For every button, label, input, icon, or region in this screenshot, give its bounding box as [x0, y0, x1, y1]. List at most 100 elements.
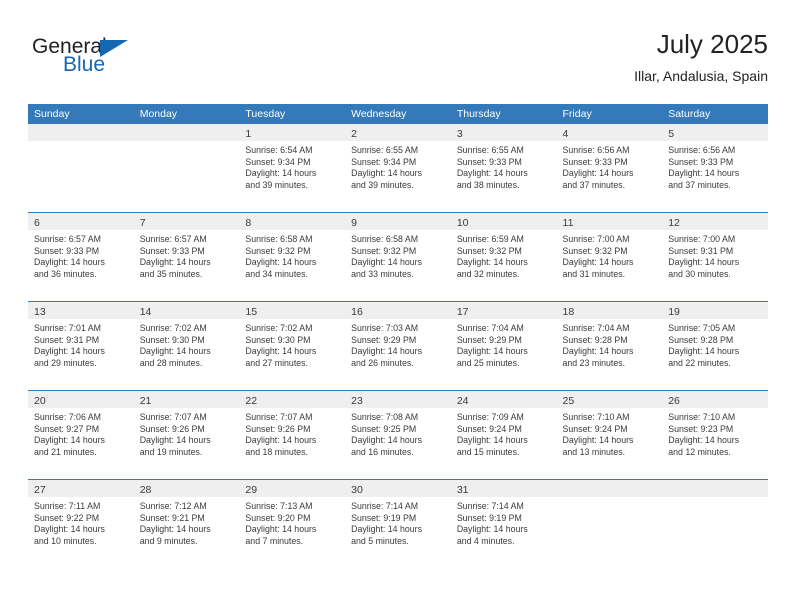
daylight-text-line2: and 16 minutes. — [351, 446, 414, 457]
daylight-text-line1: Daylight: 14 hours — [351, 346, 423, 357]
day-number-band: 29 — [239, 480, 346, 497]
calendar-day-cell[interactable]: 18 Sunrise: 7:04 AM Sunset: 9:28 PM Dayligh… — [556, 302, 663, 390]
calendar-day-cell[interactable]: 19 Sunrise: 7:05 AM Sunset: 9:28 PM Dayligh… — [662, 302, 768, 390]
day-number: 18 — [562, 306, 575, 318]
general-blue-logo[interactable]: General Blue — [32, 36, 212, 88]
calendar-day-cell[interactable]: 2 Sunrise: 6:55 AM Sunset: 9:34 PM Daylight… — [345, 124, 451, 212]
daylight-text-line1: Daylight: 14 hours — [668, 168, 740, 179]
sunset-text: Sunset: 9:33 PM — [34, 245, 100, 256]
daylight-text-line2: and 27 minutes. — [245, 357, 309, 368]
calendar-day-cell[interactable]: 10 Sunrise: 6:59 AM Sunset: 9:32 PM Dayligh… — [450, 213, 557, 301]
day-sun-info: Sunrise: 7:00 AM Sunset: 9:32 PM Daylight:… — [557, 230, 663, 280]
calendar-day-cell[interactable]: 29 Sunrise: 7:13 AM Sunset: 9:20 PM Dayligh… — [239, 480, 346, 568]
calendar-day-cell[interactable]: 17 Sunrise: 7:04 AM Sunset: 9:29 PM Dayligh… — [450, 302, 557, 390]
day-number-band: 10 — [450, 213, 557, 230]
sunset-text: Sunset: 9:19 PM — [351, 512, 417, 523]
sunrise-text: Sunrise: 7:01 AM — [34, 323, 101, 333]
day-number-band: 4 — [556, 124, 663, 141]
sunset-text: Sunset: 9:27 PM — [34, 423, 100, 434]
day-number: 20 — [34, 395, 46, 407]
calendar-week-row: 1 Sunrise: 6:54 AM Sunset: 9:34 PM Daylight… — [28, 124, 768, 212]
day-number: 16 — [351, 306, 363, 318]
day-number-band — [133, 124, 240, 141]
calendar-day-cell[interactable]: 3 Sunrise: 6:55 AM Sunset: 9:33 PM Daylight… — [450, 124, 557, 212]
daylight-text-line2: and 29 minutes. — [34, 357, 97, 368]
calendar-day-cell[interactable]: 28 Sunrise: 7:12 AM Sunset: 9:21 PM Dayligh… — [133, 480, 240, 568]
day-number-band: 17 — [450, 302, 557, 319]
day-number-band: 16 — [345, 302, 451, 319]
sunset-text: Sunset: 9:26 PM — [139, 423, 205, 434]
sunrise-text: Sunrise: 6:58 AM — [245, 234, 313, 244]
day-number-band: 19 — [662, 302, 768, 319]
daylight-text-line2: and 15 minutes. — [456, 446, 520, 457]
calendar-day-cell[interactable]: 6 Sunrise: 6:57 AM Sunset: 9:33 PM Daylight… — [28, 213, 134, 301]
day-sun-info: Sunrise: 7:07 AM Sunset: 9:26 PM Daylight:… — [134, 408, 240, 458]
day-number-band: 23 — [345, 391, 451, 408]
daylight-text-line1: Daylight: 14 hours — [245, 524, 317, 535]
calendar-day-cell[interactable]: 16 Sunrise: 7:03 AM Sunset: 9:29 PM Dayligh… — [345, 302, 451, 390]
calendar-day-cell[interactable]: 15 Sunrise: 7:02 AM Sunset: 9:30 PM Dayligh… — [239, 302, 346, 390]
weekday-header-saturday: Saturday — [668, 108, 711, 120]
calendar-day-cell[interactable]: 1 Sunrise: 6:54 AM Sunset: 9:34 PM Daylight… — [239, 124, 346, 212]
daylight-text-line1: Daylight: 14 hours — [245, 435, 317, 446]
logo-text-blue: Blue — [63, 53, 106, 76]
calendar-day-cell[interactable]: 23 Sunrise: 7:08 AM Sunset: 9:25 PM Dayligh… — [345, 391, 451, 479]
calendar-day-cell[interactable]: 20 Sunrise: 7:06 AM Sunset: 9:27 PM Dayligh… — [28, 391, 134, 479]
day-number: 13 — [34, 306, 46, 318]
day-sun-info: Sunrise: 7:11 AM Sunset: 9:22 PM Daylight:… — [28, 497, 134, 547]
day-number-band: 28 — [133, 480, 240, 497]
sunrise-text: Sunrise: 7:03 AM — [351, 323, 419, 333]
calendar-day-cell[interactable]: 26 Sunrise: 7:10 AM Sunset: 9:23 PM Dayligh… — [662, 391, 768, 479]
day-number-band: 13 — [28, 302, 134, 319]
sunset-text: Sunset: 9:33 PM — [562, 156, 628, 167]
day-number: 7 — [139, 217, 146, 229]
calendar-day-cell[interactable]: 13 Sunrise: 7:01 AM Sunset: 9:31 PM Dayligh… — [28, 302, 134, 390]
calendar-day-cell-empty — [662, 480, 768, 568]
calendar-day-cell[interactable]: 7 Sunrise: 6:57 AM Sunset: 9:33 PM Daylight… — [133, 213, 240, 301]
sunrise-text: Sunrise: 6:58 AM — [351, 234, 419, 244]
calendar-day-cell[interactable]: 27 Sunrise: 7:11 AM Sunset: 9:22 PM Dayligh… — [28, 480, 134, 568]
calendar-day-cell[interactable]: 30 Sunrise: 7:14 AM Sunset: 9:19 PM Dayligh… — [345, 480, 451, 568]
calendar-day-cell[interactable]: 24 Sunrise: 7:09 AM Sunset: 9:24 PM Dayligh… — [450, 391, 557, 479]
calendar-day-cell[interactable]: 31 Sunrise: 7:14 AM Sunset: 9:19 PM Dayligh… — [450, 480, 557, 568]
daylight-text-line1: Daylight: 14 hours — [668, 435, 740, 446]
daylight-text-line1: Daylight: 14 hours — [34, 346, 105, 357]
day-number-band: 24 — [450, 391, 557, 408]
daylight-text-line2: and 4 minutes. — [456, 535, 515, 546]
calendar-day-cell[interactable]: 4 Sunrise: 6:56 AM Sunset: 9:33 PM Daylight… — [556, 124, 663, 212]
day-sun-info: Sunrise: 7:06 AM Sunset: 9:27 PM Daylight:… — [28, 408, 134, 458]
sunrise-text: Sunrise: 6:54 AM — [245, 145, 313, 155]
calendar-day-cell[interactable]: 5 Sunrise: 6:56 AM Sunset: 9:33 PM Daylight… — [662, 124, 768, 212]
calendar-day-cell[interactable]: 21 Sunrise: 7:07 AM Sunset: 9:26 PM Dayligh… — [133, 391, 240, 479]
daylight-text-line2: and 12 minutes. — [668, 446, 731, 457]
day-number: 25 — [562, 395, 575, 407]
sunrise-text: Sunrise: 7:14 AM — [351, 501, 419, 511]
day-number-band: 9 — [345, 213, 451, 230]
day-number: 21 — [139, 395, 152, 407]
day-sun-info: Sunrise: 6:55 AM Sunset: 9:33 PM Daylight:… — [451, 141, 557, 191]
daylight-text-line1: Daylight: 14 hours — [245, 168, 317, 179]
daylight-text-line2: and 31 minutes. — [562, 268, 626, 279]
calendar-day-cell[interactable]: 25 Sunrise: 7:10 AM Sunset: 9:24 PM Dayligh… — [556, 391, 663, 479]
daylight-text-line2: and 18 minutes. — [245, 446, 309, 457]
weekday-header-thursday: Thursday — [456, 108, 501, 120]
sunrise-text: Sunrise: 7:07 AM — [139, 412, 207, 422]
daylight-text-line1: Daylight: 14 hours — [245, 257, 317, 268]
sunrise-text: Sunrise: 6:55 AM — [351, 145, 419, 155]
calendar-day-cell[interactable]: 8 Sunrise: 6:58 AM Sunset: 9:32 PM Daylight… — [239, 213, 346, 301]
daylight-text-line1: Daylight: 14 hours — [139, 524, 211, 535]
calendar-day-cell[interactable]: 22 Sunrise: 7:07 AM Sunset: 9:26 PM Dayligh… — [239, 391, 346, 479]
daylight-text-line1: Daylight: 14 hours — [351, 168, 423, 179]
day-number: 2 — [351, 128, 357, 140]
calendar-day-cell[interactable]: 12 Sunrise: 7:00 AM Sunset: 9:31 PM Dayligh… — [662, 213, 768, 301]
sunrise-text: Sunrise: 7:10 AM — [668, 412, 736, 422]
sunrise-text: Sunrise: 6:57 AM — [34, 234, 101, 244]
sunrise-text: Sunrise: 7:07 AM — [245, 412, 313, 422]
calendar-day-cell[interactable]: 9 Sunrise: 6:58 AM Sunset: 9:32 PM Daylight… — [345, 213, 451, 301]
sunset-text: Sunset: 9:29 PM — [351, 334, 417, 345]
daylight-text-line1: Daylight: 14 hours — [139, 435, 211, 446]
calendar-day-cell[interactable]: 14 Sunrise: 7:02 AM Sunset: 9:30 PM Dayligh… — [133, 302, 240, 390]
day-sun-info: Sunrise: 6:56 AM Sunset: 9:33 PM Daylight:… — [662, 141, 768, 191]
calendar-day-cell[interactable]: 11 Sunrise: 7:00 AM Sunset: 9:32 PM Dayligh… — [556, 213, 663, 301]
daylight-text-line1: Daylight: 14 hours — [456, 168, 528, 179]
